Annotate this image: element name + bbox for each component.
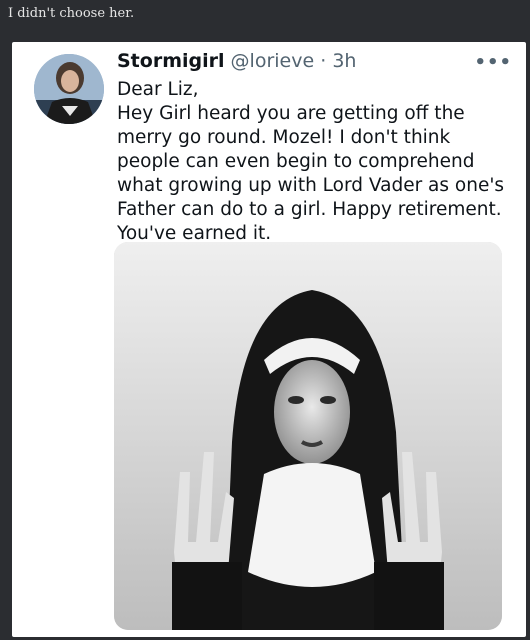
post-caption: I didn't choose her. <box>8 6 135 21</box>
tweet-card[interactable]: Stormigirl @lorieve · 3h ••• Dear Liz, H… <box>12 42 526 637</box>
tweet-text: Dear Liz, Hey Girl heard you are getting… <box>117 78 517 246</box>
separator-dot: · <box>320 50 327 72</box>
tweet-line: Dear Liz, <box>117 79 199 100</box>
display-name[interactable]: Stormigirl <box>117 50 225 72</box>
tweet-photo[interactable] <box>114 242 502 630</box>
tweet-time[interactable]: 3h <box>332 50 356 72</box>
more-horizontal-icon[interactable]: ••• <box>474 52 512 73</box>
avatar[interactable] <box>34 54 104 124</box>
tweet-line: Hey Girl heard you are getting off the m… <box>117 103 505 244</box>
user-handle[interactable]: @lorieve <box>231 50 315 72</box>
nun-photo <box>114 242 502 630</box>
tweet-header: Stormigirl @lorieve · 3h <box>117 50 356 72</box>
avatar-image <box>34 54 104 124</box>
